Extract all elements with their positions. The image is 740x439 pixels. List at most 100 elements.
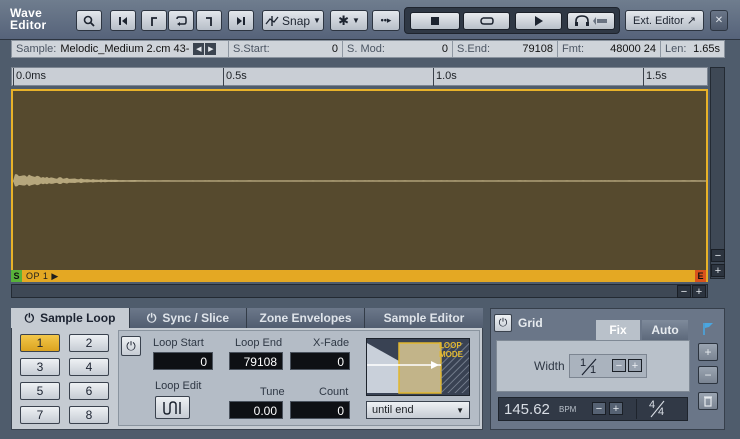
width-label: Width	[534, 359, 565, 373]
loop-region-bar[interactable]	[11, 270, 708, 282]
vertical-scrollbar[interactable]: − +	[710, 67, 725, 279]
loop-edit-button[interactable]	[155, 396, 190, 419]
grid-remove-button[interactable]: −	[698, 366, 718, 384]
zoom-button[interactable]	[76, 10, 102, 31]
bracket-right-icon	[206, 16, 212, 26]
play-button[interactable]	[515, 12, 562, 30]
loop-slot-4[interactable]: 4	[69, 358, 109, 376]
loop-mode-select[interactable]: until end ▼	[366, 401, 470, 419]
start-field[interactable]: S.Start: 0	[229, 41, 343, 57]
slot-label: 8	[85, 408, 93, 422]
ext-editor-button[interactable]: Ext. Editor ↗	[625, 10, 704, 31]
tab-grid-fix[interactable]: Fix	[596, 320, 640, 340]
end-value: 79108	[522, 43, 553, 55]
loop-toggle-button[interactable]	[168, 10, 194, 31]
horizontal-scrollbar[interactable]: − +	[11, 284, 708, 298]
v-zoom-out-button[interactable]: −	[711, 249, 725, 262]
power-icon: ⏻	[126, 338, 136, 353]
loop-end-field[interactable]: 79108	[229, 352, 283, 370]
width-control[interactable]: 1 1 − +	[569, 354, 647, 378]
mod-value: 0	[441, 43, 448, 55]
end-field[interactable]: S.End: 79108	[453, 41, 558, 57]
tune-field[interactable]: 0.00	[229, 401, 283, 419]
sample-field[interactable]: Sample: Melodic_Medium 2.cm 43- ◀ ▶	[12, 41, 229, 57]
external-arrow-icon: ↗	[686, 15, 696, 27]
op-label: OP 1	[26, 271, 49, 281]
loop-slot-3[interactable]: 3	[20, 358, 60, 376]
tab-grid-auto[interactable]: Auto	[642, 320, 688, 340]
slot-label: 3	[36, 360, 44, 374]
bpm-increment-button[interactable]: +	[609, 402, 623, 415]
start-value: 0	[331, 43, 338, 55]
bpm-unit: BPM	[559, 405, 577, 414]
width-decrement-button[interactable]: −	[612, 359, 626, 372]
play-icon	[534, 16, 543, 26]
prev-sample-icon[interactable]: ◀	[193, 43, 205, 55]
grid-power-button[interactable]: ⏻	[494, 314, 512, 332]
dots-arrow-icon: ••▸	[380, 15, 392, 25]
bpm-value[interactable]: 145.62	[504, 401, 550, 418]
power-icon: ⏻	[498, 316, 508, 329]
h-zoom-out-button[interactable]: −	[677, 285, 691, 298]
grid-marker-button[interactable]	[698, 320, 718, 338]
loop-slot-2[interactable]: 2	[69, 334, 109, 352]
count-field[interactable]: 0	[290, 401, 350, 419]
settings-dropdown[interactable]: ✱ ▼	[330, 10, 368, 31]
ext-editor-label: Ext. Editor	[633, 14, 684, 27]
grid-add-button[interactable]: +	[698, 343, 718, 361]
mod-field[interactable]: S. Mod: 0	[343, 41, 453, 57]
tab-sample-loop[interactable]: ⏻ Sample Loop	[11, 308, 130, 328]
slot-label: 7	[36, 408, 44, 422]
loop-play-button[interactable]	[463, 12, 510, 30]
sample-end-marker[interactable]: E	[695, 270, 706, 282]
step-button[interactable]: ••▸	[372, 10, 400, 31]
loop-start-button[interactable]	[141, 10, 167, 31]
sample-nav[interactable]: ◀ ▶	[193, 43, 217, 55]
ruler-tick	[223, 68, 224, 86]
loop-slot-6[interactable]: 6	[69, 382, 109, 400]
width-increment-button[interactable]: +	[628, 359, 642, 372]
h-zoom-in-button[interactable]: +	[692, 285, 706, 298]
headphones-icon	[575, 15, 589, 26]
tempo-display: 145.62 BPM − + 4 4	[498, 397, 688, 421]
loop-slot-8[interactable]: 8	[69, 406, 109, 424]
ruler-label: 1.5s	[646, 70, 667, 82]
time-ruler[interactable]: 0.0ms 0.5s 1.0s 1.5s	[11, 67, 708, 86]
next-sample-icon[interactable]: ▶	[205, 43, 217, 55]
ruler-label: 0.0ms	[16, 70, 46, 82]
loop-slot-5[interactable]: 5	[20, 382, 60, 400]
snap-dropdown[interactable]: Snap ▼	[262, 10, 324, 31]
bpm-decrement-button[interactable]: −	[592, 402, 606, 415]
loop-mode-visual[interactable]: LOOP MODE	[366, 338, 470, 396]
loop-slot-1[interactable]: 1	[20, 334, 60, 352]
title-line-2: Editor	[10, 18, 47, 32]
power-icon[interactable]: ⏻	[147, 311, 157, 326]
close-button[interactable]: ✕	[710, 10, 728, 31]
loop-edit-icon	[162, 400, 181, 415]
xfade-field[interactable]: 0	[290, 352, 350, 370]
jump-start-button[interactable]	[110, 10, 136, 31]
loop-start-field[interactable]: 0	[153, 352, 213, 370]
magnifier-icon	[83, 15, 95, 27]
listen-button[interactable]	[567, 12, 615, 30]
slot-label: 5	[36, 384, 44, 398]
tab-label: Sample Loop	[40, 311, 116, 325]
v-zoom-in-button[interactable]: +	[711, 264, 725, 277]
loop-slot-7[interactable]: 7	[20, 406, 60, 424]
jump-end-button[interactable]	[228, 10, 254, 31]
grid-delete-button[interactable]	[698, 392, 718, 410]
sample-start-marker[interactable]: S	[11, 270, 22, 282]
tab-zone-envelopes[interactable]: Zone Envelopes	[247, 308, 365, 328]
signature-denominator: 4	[658, 406, 665, 418]
waveform-display[interactable]	[11, 89, 708, 271]
time-signature[interactable]: 4 4	[636, 399, 684, 419]
stop-button[interactable]	[410, 12, 460, 30]
loop-end-button[interactable]	[196, 10, 222, 31]
waveform-graphic	[13, 174, 706, 187]
start-label: S.Start:	[233, 43, 270, 55]
loop-power-button[interactable]: ⏻	[121, 336, 141, 356]
flag-icon	[703, 323, 713, 335]
tab-sample-editor[interactable]: Sample Editor	[365, 308, 483, 328]
power-icon[interactable]: ⏻	[25, 311, 35, 326]
tab-sync-slice[interactable]: ⏻ Sync / Slice	[130, 308, 247, 328]
